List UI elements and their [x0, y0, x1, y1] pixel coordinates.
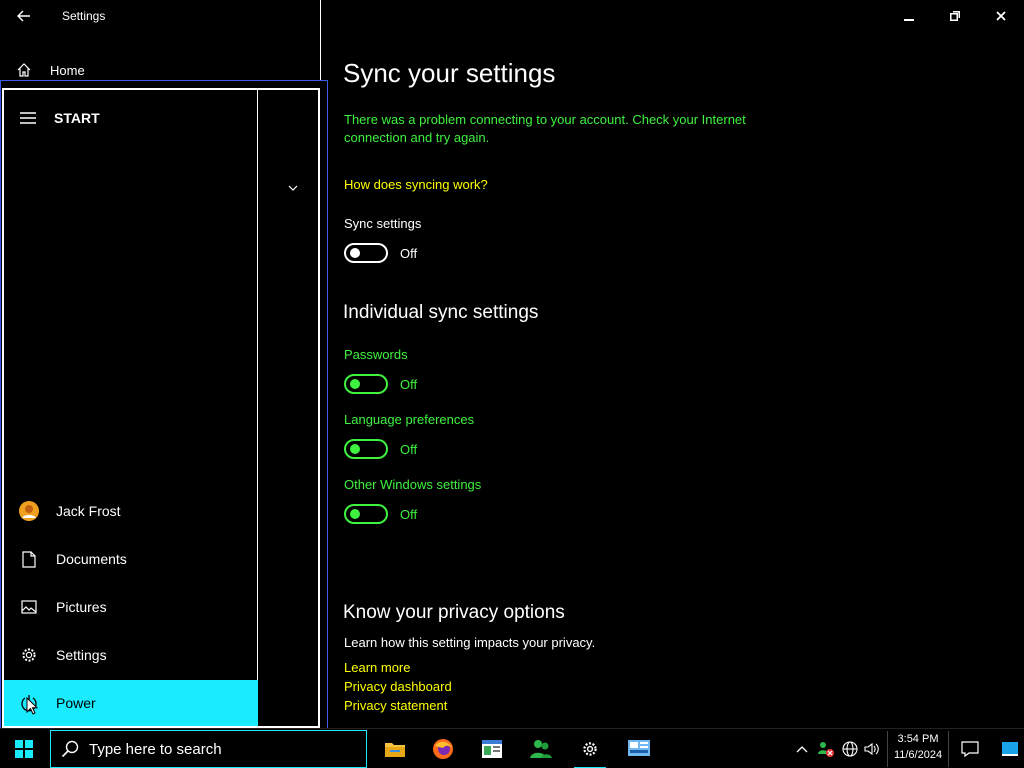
how-syncing-works-link[interactable]: How does syncing work?	[344, 176, 488, 194]
search-placeholder: Type here to search	[89, 740, 222, 758]
sync-settings-label: Sync settings	[344, 216, 422, 231]
globe-icon	[842, 741, 858, 757]
other-windows-settings-toggle[interactable]	[344, 504, 388, 524]
start-item-power[interactable]: Power	[4, 680, 258, 726]
search-icon	[61, 740, 79, 758]
action-center-button[interactable]	[955, 729, 985, 768]
toggle-knob	[350, 248, 360, 258]
passwords-label: Passwords	[344, 347, 408, 362]
start-button[interactable]	[0, 729, 48, 768]
tray-network[interactable]	[839, 729, 861, 768]
folder-icon	[385, 743, 405, 757]
sync-settings-toggle[interactable]	[344, 243, 388, 263]
nav-item-home[interactable]: Home	[16, 62, 85, 78]
taskbar-clock[interactable]: 3:54 PM 11/6/2024	[887, 731, 949, 767]
start-header-label: START	[54, 110, 100, 126]
privacy-statement-link[interactable]: Privacy statement	[344, 697, 447, 715]
toggle-state-label: Off	[400, 245, 418, 261]
firefox-icon	[433, 739, 453, 759]
toggle-state-label: Off	[400, 441, 418, 457]
sync-error-message: There was a problem connecting to your a…	[344, 112, 746, 145]
tray-app-icon[interactable]	[815, 729, 837, 768]
clock-date: 11/6/2024	[893, 749, 943, 761]
minimize-button[interactable]	[886, 0, 932, 32]
tray-volume[interactable]	[861, 729, 883, 768]
gear-icon	[583, 742, 597, 756]
network-users-icon	[818, 742, 834, 757]
toggle-state-label: Off	[400, 506, 418, 522]
start-item-label: Settings	[56, 647, 107, 663]
start-item-user[interactable]: Jack Frost	[4, 488, 258, 534]
taskbar-firefox[interactable]	[419, 729, 467, 768]
speaker-icon	[864, 742, 879, 756]
passwords-toggle[interactable]	[344, 374, 388, 394]
passwords-toggle-row: Off	[344, 374, 417, 394]
start-expand-button[interactable]	[288, 178, 298, 196]
taskbar-settings[interactable]	[566, 729, 614, 768]
taskbar: Type here to search 3:54 PM 11/6/2024	[0, 728, 1024, 768]
chevron-down-icon	[288, 185, 298, 191]
language-preferences-label: Language preferences	[344, 412, 475, 427]
privacy-description: Learn how this setting impacts your priv…	[344, 635, 596, 650]
hamburger-icon	[20, 112, 36, 124]
start-item-label: Pictures	[56, 599, 107, 615]
nav-home-label: Home	[50, 62, 85, 78]
learn-more-link[interactable]: Learn more	[344, 659, 410, 677]
document-icon	[18, 548, 40, 570]
start-menu-header[interactable]: START	[20, 110, 100, 126]
page-title: Sync your settings	[343, 58, 556, 88]
clock-time: 3:54 PM	[897, 733, 939, 745]
close-icon	[996, 11, 1006, 21]
home-icon	[17, 63, 31, 77]
start-menu-rail: START Jack Frost Documents Pictures Sett…	[4, 90, 258, 726]
individual-sync-heading: Individual sync settings	[343, 302, 539, 323]
minimize-icon	[904, 19, 914, 21]
toggle-state-label: Off	[400, 376, 418, 392]
chevron-up-icon	[796, 746, 808, 753]
document-viewer-icon	[482, 740, 502, 758]
restore-icon	[950, 11, 960, 21]
restore-button[interactable]	[932, 0, 978, 32]
user-avatar	[18, 500, 40, 522]
control-panel-icon	[628, 740, 650, 756]
start-item-label: Power	[56, 695, 96, 711]
taskbar-app-control-panel[interactable]	[615, 729, 663, 768]
language-preferences-toggle[interactable]	[344, 439, 388, 459]
start-menu: START Jack Frost Documents Pictures Sett…	[2, 88, 320, 728]
gear-icon	[18, 644, 40, 666]
people-icon	[530, 740, 552, 758]
language-preferences-toggle-row: Off	[344, 439, 417, 459]
toggle-knob	[350, 509, 360, 519]
windows-logo-icon	[15, 740, 33, 758]
taskbar-file-explorer[interactable]	[371, 729, 419, 768]
taskbar-app-document[interactable]	[468, 729, 516, 768]
taskbar-app-people[interactable]	[517, 729, 565, 768]
privacy-dashboard-link[interactable]: Privacy dashboard	[344, 678, 452, 696]
toggle-knob	[350, 379, 360, 389]
start-item-settings[interactable]: Settings	[4, 632, 258, 678]
show-hidden-icons-button[interactable]	[790, 729, 814, 768]
notification-icon	[961, 741, 979, 757]
show-desktop-button[interactable]	[996, 729, 1024, 768]
other-windows-settings-toggle-row: Off	[344, 504, 417, 524]
privacy-heading: Know your privacy options	[343, 602, 565, 623]
start-item-label: Jack Frost	[56, 503, 121, 519]
start-item-label: Documents	[56, 551, 127, 567]
mouse-cursor-icon	[26, 697, 38, 715]
start-item-pictures[interactable]: Pictures	[4, 584, 258, 630]
close-button[interactable]	[978, 0, 1024, 32]
taskbar-search-box[interactable]: Type here to search	[50, 730, 367, 768]
sync-settings-toggle-row: Off	[344, 243, 417, 263]
toggle-knob	[350, 444, 360, 454]
desktop-icon	[1002, 742, 1018, 756]
other-windows-settings-label: Other Windows settings	[344, 477, 482, 492]
pictures-icon	[18, 596, 40, 618]
start-item-documents[interactable]: Documents	[4, 536, 258, 582]
